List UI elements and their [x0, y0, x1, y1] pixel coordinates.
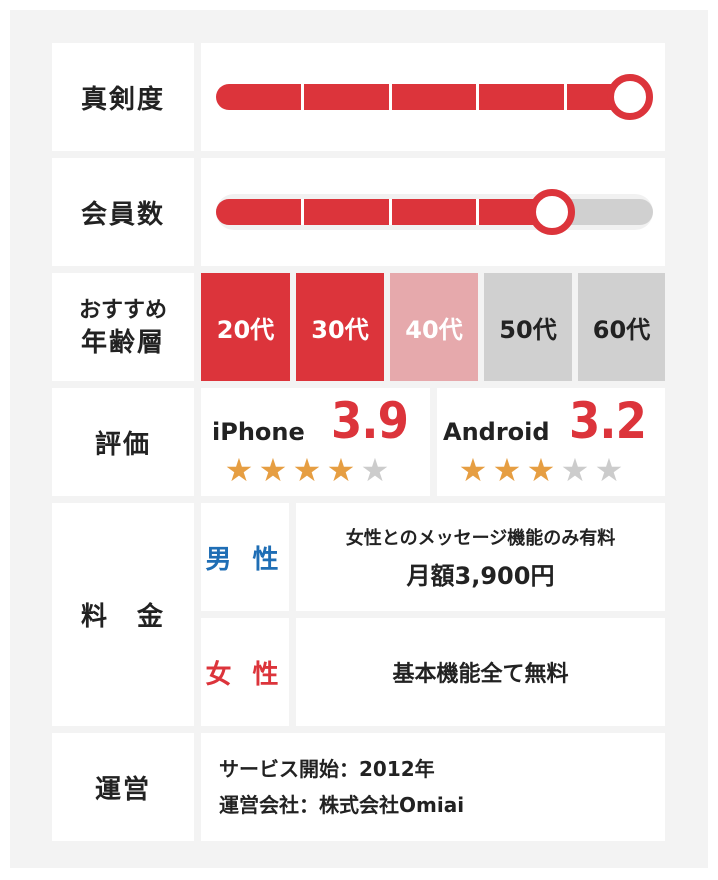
meter-divider — [563, 84, 567, 110]
os-name: Android — [443, 418, 550, 446]
meter-fill — [216, 84, 630, 110]
service-start: サービス開始：2012年 — [219, 757, 435, 781]
seriousness-meter — [201, 43, 665, 151]
rating-score: 3.9 — [331, 392, 409, 450]
meter-divider — [388, 84, 392, 110]
meter-divider — [476, 199, 480, 225]
age-group-60代: 60代 — [578, 273, 665, 381]
meter-knob — [607, 74, 653, 120]
age-group-20代: 20代 — [201, 273, 290, 381]
male-label: 男 性 — [201, 503, 289, 611]
price-label: 料 金 — [52, 503, 194, 726]
operation-label: 運営 — [52, 733, 194, 841]
rating-android: Android 3.2 ★ ★ ★ ★ ★ — [437, 388, 665, 496]
star-filled-icon: ★ — [492, 451, 522, 489]
age-label: おすすめ 年齢層 — [52, 273, 194, 381]
male-price-note: 女性とのメッセージ機能のみ有料 — [345, 527, 616, 549]
rating-label: 評価 — [52, 388, 194, 496]
meter-divider — [388, 199, 392, 225]
operating-company: 運営会社：株式会社Omiai — [219, 793, 465, 817]
meter-fill — [216, 199, 552, 225]
age-group-30代: 30代 — [296, 273, 384, 381]
female-price: 基本機能全て無料 — [296, 618, 665, 726]
meter-divider — [476, 84, 480, 110]
star-filled-icon: ★ — [458, 451, 488, 489]
age-group-40代: 40代 — [390, 273, 478, 381]
members-meter — [201, 158, 665, 266]
age-group-50代: 50代 — [484, 273, 572, 381]
meter-divider — [301, 84, 305, 110]
star-empty-icon: ★ — [560, 451, 590, 489]
star-filled-icon: ★ — [258, 451, 288, 489]
star-filled-icon: ★ — [526, 451, 556, 489]
star-empty-icon: ★ — [594, 451, 624, 489]
age-label-line1: おすすめ — [78, 298, 167, 323]
operation-info: サービス開始：2012年 運営会社：株式会社Omiai — [201, 733, 665, 841]
star-rating: ★ ★ ★ ★ ★ — [457, 454, 625, 486]
rating-iphone: iPhone 3.9 ★ ★ ★ ★ ★ — [201, 388, 430, 496]
meter-divider — [301, 199, 305, 225]
star-filled-icon: ★ — [292, 451, 322, 489]
rating-score: 3.2 — [569, 392, 647, 450]
female-price-text: 基本機能全て無料 — [392, 662, 569, 687]
female-label: 女 性 — [201, 618, 289, 726]
star-rating: ★ ★ ★ ★ ★ — [223, 454, 391, 486]
male-price-amount: 月額3,900円 — [406, 561, 555, 590]
meter-knob — [528, 189, 575, 235]
os-name: iPhone — [212, 418, 305, 446]
male-price: 女性とのメッセージ機能のみ有料 月額3,900円 — [296, 503, 665, 611]
star-filled-icon: ★ — [224, 451, 254, 489]
star-empty-icon: ★ — [360, 451, 390, 489]
seriousness-label: 真剣度 — [52, 43, 194, 151]
age-label-line2: 年齢層 — [80, 328, 165, 358]
star-filled-icon: ★ — [326, 451, 356, 489]
members-label: 会員数 — [52, 158, 194, 266]
